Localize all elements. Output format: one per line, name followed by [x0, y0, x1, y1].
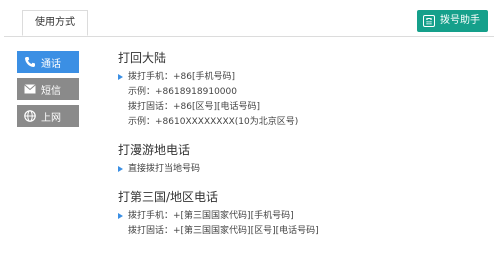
dialpad-icon — [423, 15, 435, 27]
instruction-line: 拨打手机：+[第三国国家代码][手机号码] — [118, 209, 478, 224]
phone-icon — [23, 56, 36, 69]
envelope-icon — [23, 83, 36, 96]
sidebar-item-label: 上网 — [41, 112, 61, 124]
dial-assistant-button[interactable]: 拨号助手 — [417, 10, 488, 32]
section-call-third-country: 打第三国/地区电话 拨打手机：+[第三国国家代码][手机号码] 拨打固话：+[第… — [118, 189, 478, 239]
instructions-panel: 打回大陆 拨打手机：+86[手机号码] 示例：+8618918910000 拨打… — [118, 50, 478, 251]
section-title: 打回大陆 — [118, 51, 167, 65]
sidebar-item-sms[interactable]: 短信 — [17, 78, 79, 100]
section-call-roaming: 打漫游地电话 直接拨打当地号码 — [118, 142, 478, 177]
sidebar: 通话 短信 上网 — [17, 51, 79, 132]
sidebar-item-internet[interactable]: 上网 — [17, 105, 79, 127]
section-title: 打漫游地电话 — [118, 143, 191, 157]
instruction-line: 拨打固话：+[第三国国家代码][区号][电话号码] — [128, 226, 319, 236]
sidebar-item-call[interactable]: 通话 — [17, 51, 79, 73]
section-title: 打第三国/地区电话 — [118, 190, 219, 204]
sidebar-item-label: 通话 — [41, 58, 61, 70]
instruction-line: 示例：+8618918910000 — [128, 87, 237, 97]
tab-usage[interactable]: 使用方式 — [22, 10, 88, 36]
sidebar-item-label: 短信 — [41, 85, 61, 97]
globe-icon — [23, 110, 36, 123]
instruction-line: 拨打固话：+86[区号][电话号码] — [128, 102, 261, 112]
dial-assistant-label: 拨号助手 — [440, 15, 480, 26]
section-call-mainland: 打回大陆 拨打手机：+86[手机号码] 示例：+8618918910000 拨打… — [118, 50, 478, 130]
instruction-line: 示例：+8610XXXXXXXX(10为北京区号) — [128, 117, 299, 127]
instruction-line: 直接拨打当地号码 — [118, 162, 478, 177]
instruction-line: 拨打手机：+86[手机号码] — [118, 70, 478, 85]
